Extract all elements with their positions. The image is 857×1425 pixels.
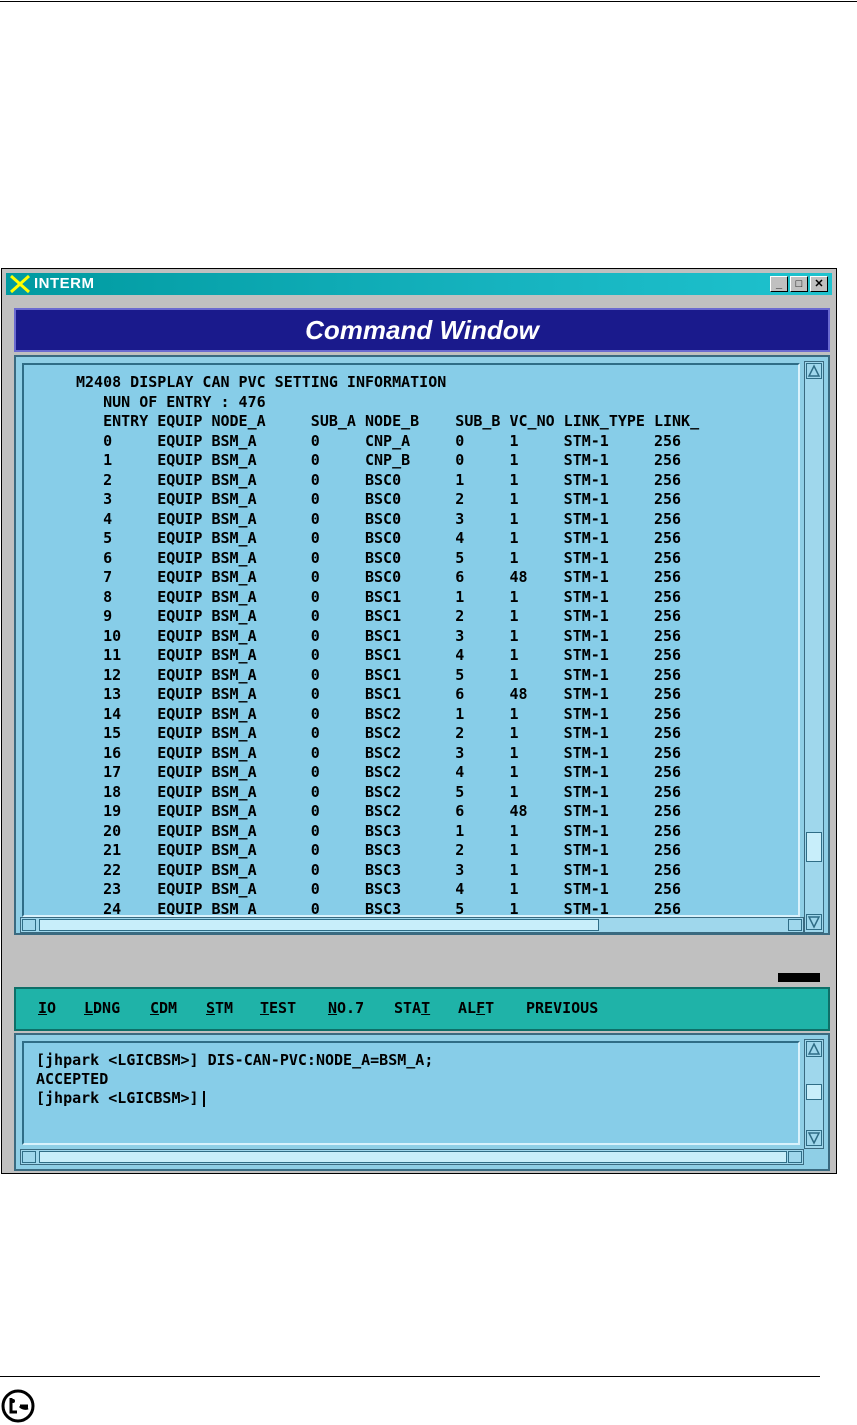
x-logo-icon: [10, 275, 30, 293]
menu-item-cdm[interactable]: CDM: [150, 999, 177, 1017]
menu-item-stm[interactable]: STM: [206, 999, 233, 1017]
prompt-text: [jhpark <LGICBSM>]: [36, 1089, 199, 1107]
scroll-down-arrow-icon[interactable]: [806, 914, 822, 930]
close-button[interactable]: ✕: [810, 276, 828, 292]
terminal-scroll-up-arrow-icon[interactable]: [806, 1041, 822, 1057]
window-title: INTERM: [34, 275, 95, 292]
terminal-scroll-down-arrow-icon[interactable]: [806, 1130, 822, 1146]
output-horizontal-scrollbar[interactable]: [20, 917, 804, 933]
terminal-area[interactable]: [jhpark <LGICBSM>] DIS-CAN-PVC:NODE_A=BS…: [22, 1041, 800, 1145]
output-area[interactable]: M2408 DISPLAY CAN PVC SETTING INFORMATIO…: [22, 363, 800, 917]
text-cursor: [202, 1090, 205, 1107]
interm-window: INTERM _ □ ✕ Command Window M2408 DISPLA…: [1, 268, 837, 1174]
pane-divider-handle[interactable]: [778, 973, 820, 982]
menu-item-io[interactable]: IO: [38, 999, 56, 1017]
minimize-button[interactable]: _: [770, 276, 788, 292]
hscroll-thumb[interactable]: [39, 919, 599, 931]
output-vertical-scrollbar[interactable]: [804, 361, 824, 933]
terminal-line-status: ACCEPTED: [36, 1070, 109, 1088]
menu-item-previous[interactable]: PREVIOUS: [526, 999, 598, 1017]
terminal-vertical-scrollbar[interactable]: [804, 1039, 824, 1149]
page-bottom-rule: [0, 1376, 820, 1377]
lg-logo-icon: [1, 1389, 35, 1423]
menu-item-no7[interactable]: NO.7: [328, 999, 364, 1017]
scroll-right-arrow-icon[interactable]: [788, 919, 802, 931]
menu-item-ldng[interactable]: LDNG: [84, 999, 120, 1017]
output-text: M2408 DISPLAY CAN PVC SETTING INFORMATIO…: [76, 373, 700, 917]
terminal-scroll-right-arrow-icon[interactable]: [788, 1151, 802, 1163]
output-pane: M2408 DISPLAY CAN PVC SETTING INFORMATIO…: [14, 355, 830, 935]
terminal-line-command: [jhpark <LGICBSM>] DIS-CAN-PVC:NODE_A=BS…: [36, 1051, 434, 1069]
terminal-pane: [jhpark <LGICBSM>] DIS-CAN-PVC:NODE_A=BS…: [14, 1033, 830, 1171]
page-top-rule: [0, 1, 857, 2]
scroll-left-arrow-icon[interactable]: [22, 919, 36, 931]
terminal-scroll-thumb[interactable]: [806, 1084, 822, 1100]
terminal-scroll-left-arrow-icon[interactable]: [22, 1151, 36, 1163]
command-window-header: Command Window: [14, 308, 830, 352]
terminal-hscroll-thumb[interactable]: [39, 1151, 787, 1163]
scroll-thumb[interactable]: [806, 832, 822, 862]
scroll-up-arrow-icon[interactable]: [806, 363, 822, 379]
title-bar[interactable]: INTERM _ □ ✕: [6, 273, 832, 295]
menu-item-alft[interactable]: ALFT: [458, 999, 494, 1017]
menu-item-test[interactable]: TEST: [260, 999, 296, 1017]
terminal-line-prompt[interactable]: [jhpark <LGICBSM>]: [36, 1089, 205, 1107]
maximize-button[interactable]: □: [790, 276, 808, 292]
terminal-horizontal-scrollbar[interactable]: [20, 1149, 804, 1165]
menu-bar: IO LDNG CDM STM TEST NO.7 STAT ALFT PREVIOUS: [14, 987, 830, 1031]
menu-item-stat[interactable]: STAT: [394, 999, 430, 1017]
